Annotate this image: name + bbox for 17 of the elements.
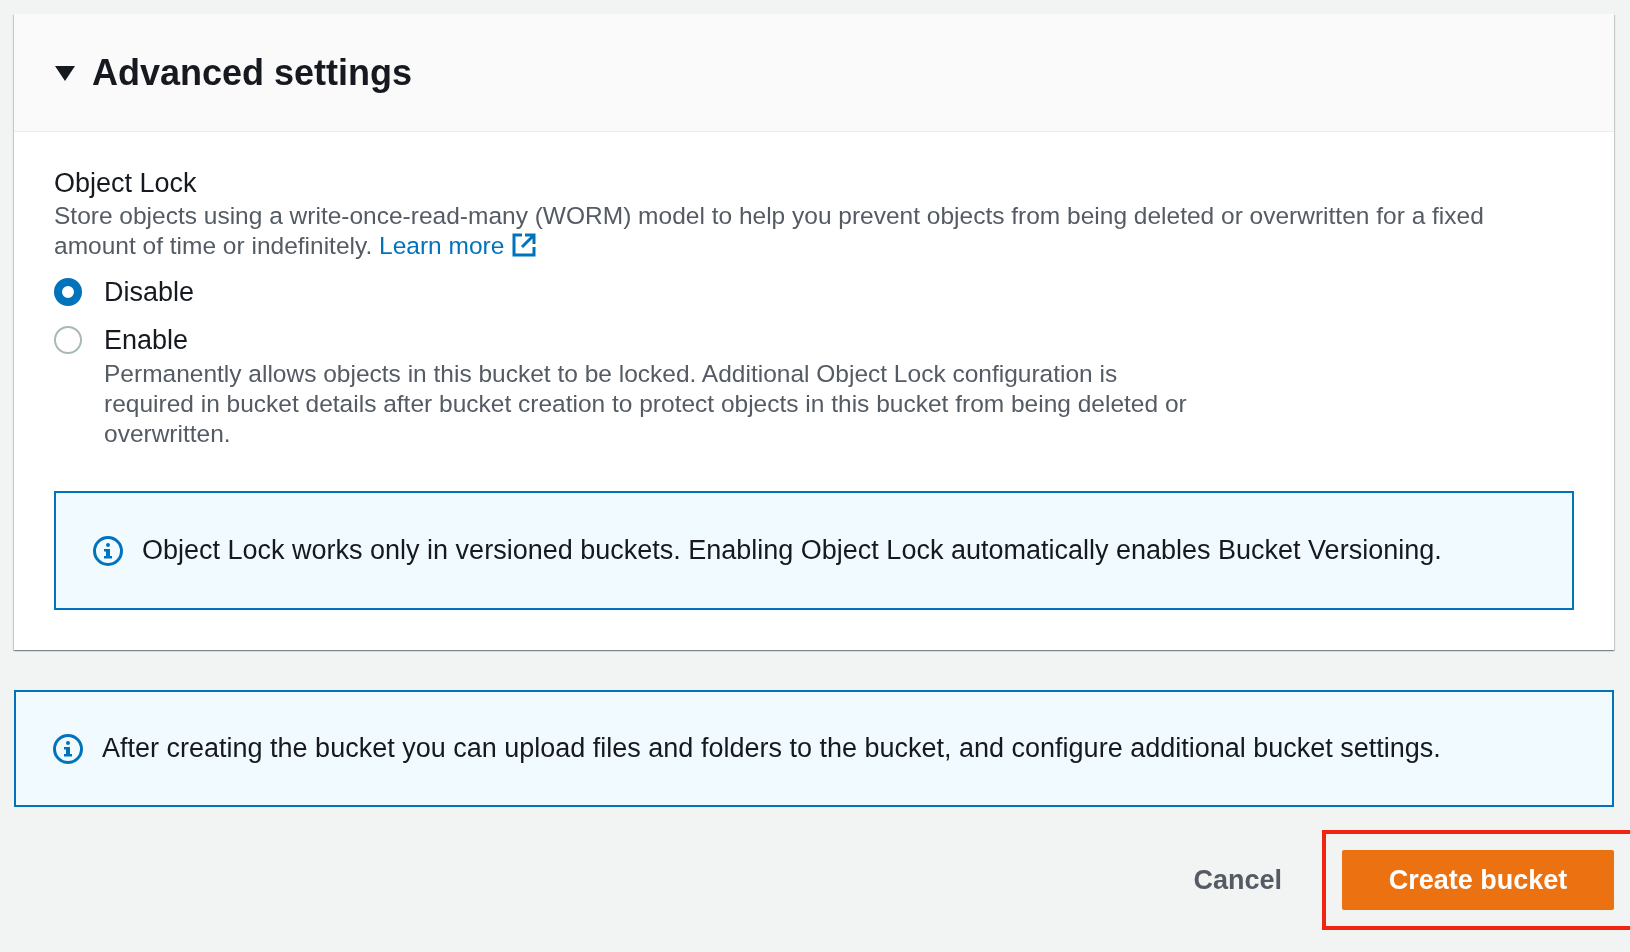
info-icon: [52, 732, 84, 765]
section-title: Advanced settings: [92, 51, 413, 94]
option-label: Enable: [104, 324, 190, 357]
info-text: After creating the bucket you can upload files and folders to the bucket, and configure additional bucket settings.: [102, 733, 1441, 764]
field-label: Object Lock: [54, 168, 198, 199]
external-link-icon: [511, 232, 538, 258]
radio-button[interactable]: [54, 278, 82, 306]
radio-button[interactable]: [54, 326, 82, 354]
option-label: Disable: [104, 276, 195, 309]
option-description: Permanently allows objects in this bucket to be locked. Additional Object Lock configuration is required in bucket details after bucket creation to protect objects in this bucket from being deleted or overwritten.: [104, 359, 1188, 449]
info-icon: [92, 534, 124, 567]
field-description: Store objects using a write-once-read-many (WORM) model to help you prevent objects from being deleted or overwritten for a fixed amount of time or indefinitely. Learn more: [54, 201, 1485, 261]
learn-more-link[interactable]: Learn more: [379, 232, 538, 259]
cancel-button[interactable]: Cancel: [1193, 864, 1282, 896]
caret-icon: [54, 63, 76, 82]
info-text: Object Lock works only in versioned buckets. Enabling Object Lock automatically enables Bucket Versioning.: [142, 535, 1442, 566]
section-header[interactable]: Advanced settings: [14, 14, 1614, 132]
